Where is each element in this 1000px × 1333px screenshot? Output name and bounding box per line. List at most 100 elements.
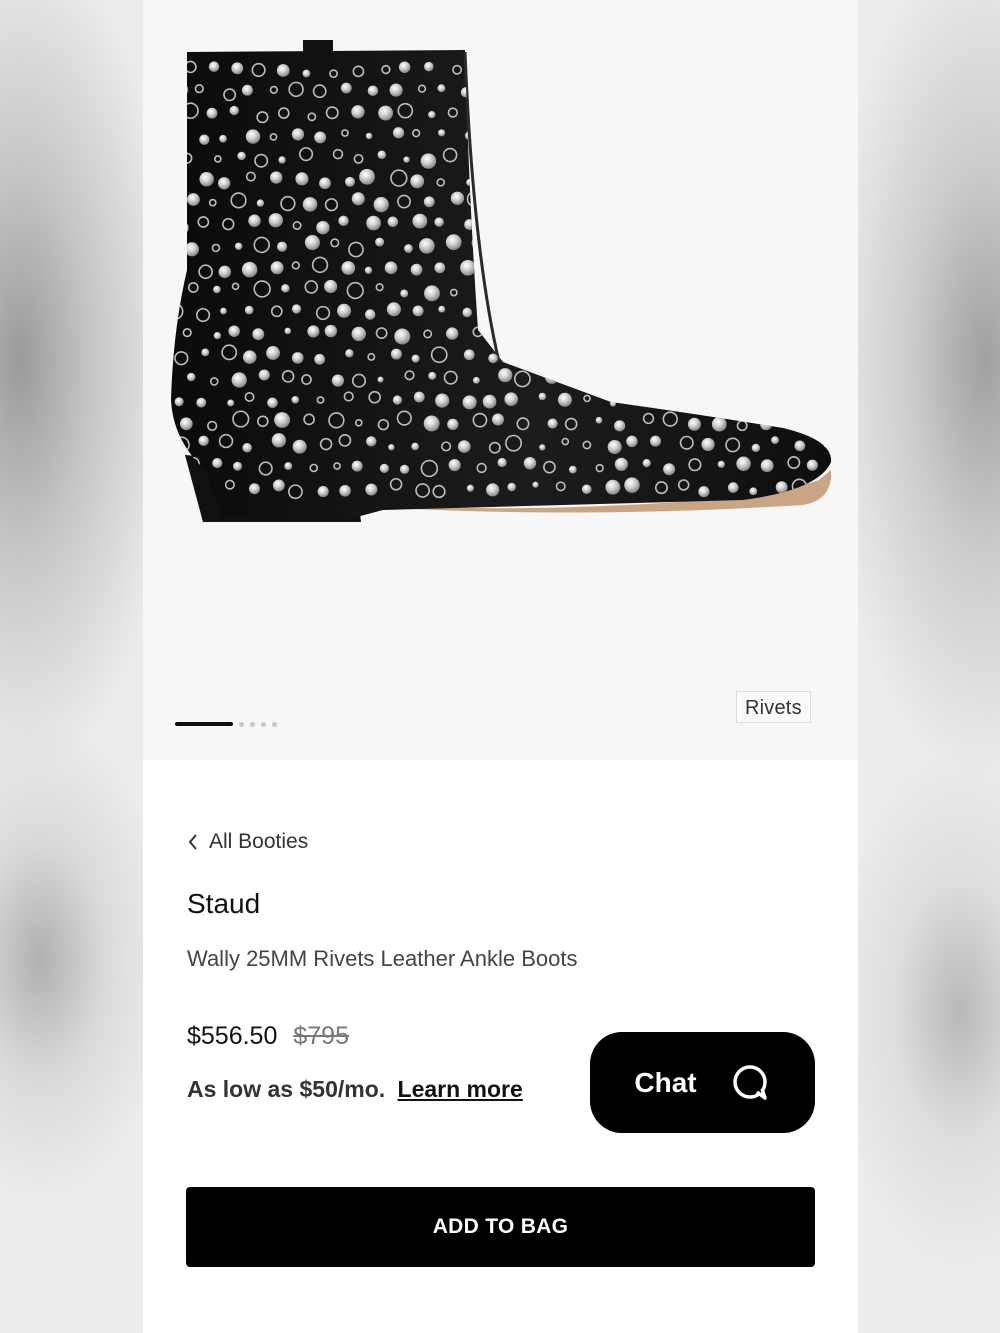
learn-more-link[interactable]: Learn more [398,1076,523,1102]
chat-button[interactable]: Chat [590,1032,815,1133]
rivet [678,170,694,185]
rivet [547,418,558,429]
rivet [697,391,711,405]
rivet [749,134,759,144]
rivet [295,172,309,186]
rivet [307,325,320,338]
pagination-dot[interactable] [272,721,277,727]
rivet [496,147,514,165]
rivet [638,154,651,167]
pagination-dot-active[interactable] [175,722,233,726]
rivet [199,172,214,187]
rivet [664,152,680,167]
product-page: Rivets All Booties Staud Wally 25MM Rive… [143,0,858,1333]
rivet [339,484,351,497]
rivet [674,392,684,402]
rivet [375,237,385,247]
rivet [268,213,283,228]
rivet [704,346,717,359]
rivet [554,305,566,316]
rivet [428,371,437,380]
rivet [716,284,727,294]
rivet [179,417,193,431]
rivet [636,330,651,345]
rivet [435,393,450,408]
rivet [237,151,246,161]
rivet [817,83,832,98]
rivet [585,87,597,99]
rivet [760,418,773,431]
rivet [231,372,247,388]
rivet [783,240,792,249]
pagination-dot[interactable] [261,721,266,727]
rivet [629,221,638,230]
rivet [626,435,638,448]
brand-name[interactable]: Staud [187,888,260,920]
rivet [472,376,480,384]
rivet [208,61,220,72]
rivet [482,394,497,409]
rivet [388,444,395,451]
rivet [688,239,703,254]
rivet [581,176,593,188]
rivet [728,399,737,408]
rivet [636,242,650,256]
rivet [538,392,547,401]
rivet [744,212,759,228]
product-title: Wally 25MM Rivets Leather Ankle Boots [187,946,578,971]
pagination-dot[interactable] [250,721,255,727]
rivet [420,153,437,169]
rivet [653,89,665,101]
rivet [242,350,257,364]
rivet [428,111,436,119]
rivet [532,129,545,142]
rivet [824,220,832,232]
rivet [650,305,665,320]
rivet [497,457,507,468]
add-to-bag-button[interactable]: ADD TO BAG [186,1187,815,1267]
breadcrumb-label[interactable]: All Booties [209,830,308,854]
rivet [206,107,218,119]
breadcrumb[interactable]: All Booties [187,830,308,854]
rivet [781,153,793,165]
rivet [438,129,446,137]
product-image-gallery[interactable]: Rivets [143,0,858,760]
rivet [314,131,327,144]
rivet [377,376,384,383]
rivet [571,372,580,380]
rivet [722,345,737,361]
gallery-pagination[interactable] [175,721,277,727]
rivet [661,327,674,340]
rivet [291,304,302,314]
rivet [546,197,556,207]
rivet [568,107,584,122]
rivet [331,374,345,387]
rivet [438,305,446,313]
rivet [639,367,656,384]
rivet [213,285,221,294]
rivet [384,261,398,275]
rivet [688,328,702,342]
rivet [678,88,686,95]
rivet [528,171,542,184]
rivet [701,437,715,452]
rivet [266,346,280,360]
rivet [773,307,789,323]
rivet [340,82,352,94]
rivet [776,215,787,226]
rivet [650,435,662,447]
rivet [291,396,300,404]
rivet [654,399,664,408]
rivet [784,324,800,340]
rivet [724,130,743,149]
rivet [523,456,537,470]
rivet [291,128,305,141]
rivet [390,348,402,360]
pagination-dot[interactable] [239,721,244,727]
chevron-left-icon [188,834,197,850]
rivet [460,259,476,276]
rivet [475,287,485,296]
rivet [270,171,283,184]
rivet [722,175,734,186]
rivet [351,105,365,119]
